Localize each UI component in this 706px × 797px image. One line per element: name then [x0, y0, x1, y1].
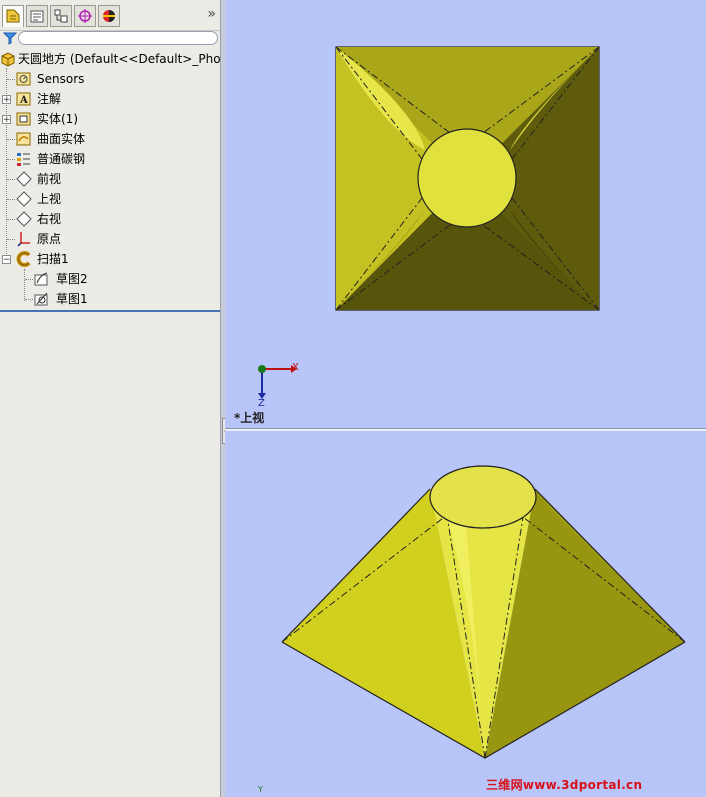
- tree-branch: [25, 279, 33, 280]
- crosshair-icon: [78, 9, 92, 23]
- tree-item-material[interactable]: 普通碳钢: [0, 149, 220, 169]
- origin-icon: [17, 232, 30, 247]
- tab-feature-manager[interactable]: [2, 5, 24, 27]
- expand-toggle[interactable]: +: [2, 115, 11, 125]
- property-icon: [30, 10, 44, 23]
- tree-item-sketch1[interactable]: 草图1: [0, 289, 220, 309]
- collapse-toggle[interactable]: −: [2, 255, 11, 265]
- tree-item-label: 前视: [37, 172, 62, 186]
- solid-body-icon: [16, 112, 31, 126]
- plane-icon: [16, 211, 32, 227]
- tree-item-solid-bodies[interactable]: + 实体(1): [0, 109, 220, 129]
- triad-z-label: Z: [258, 398, 265, 409]
- tree-item-label: 草图2: [56, 272, 88, 286]
- sensor-icon: [16, 72, 31, 86]
- filter-bar: [0, 30, 220, 46]
- tree-branch: [7, 139, 15, 140]
- filter-icon[interactable]: [3, 31, 17, 45]
- tree-item-label: 原点: [37, 232, 62, 246]
- expand-toggle[interactable]: +: [2, 95, 11, 105]
- annotation-icon: A: [16, 92, 31, 106]
- tab-configuration-manager[interactable]: [50, 5, 72, 27]
- watermark: 三维网www.3dportal.cn: [486, 778, 643, 792]
- material-icon: [17, 153, 30, 166]
- tree-item-label: 普通碳钢: [37, 152, 86, 166]
- tree-branch: [25, 299, 33, 300]
- tree-item-label: 上视: [37, 192, 62, 206]
- triad-x-label: X: [292, 362, 299, 373]
- tab-dimxpert[interactable]: [74, 5, 96, 27]
- tree-branch: [7, 219, 15, 220]
- tree-item-sensors[interactable]: Sensors: [0, 69, 220, 89]
- tree-root[interactable]: 天圆地方 (Default<<Default>_Photo: [0, 49, 233, 69]
- top-circle: [417, 128, 517, 228]
- tree-branch: [7, 79, 15, 80]
- sketch-icon: [34, 292, 48, 306]
- sketch-icon: [34, 272, 48, 286]
- tab-property-manager[interactable]: [26, 5, 48, 27]
- tree-item-label: 实体(1): [37, 112, 78, 126]
- graphics-viewport-bottom[interactable]: Y: [225, 431, 706, 797]
- tree-branch: [7, 199, 15, 200]
- isometric-model: [281, 465, 686, 759]
- plane-icon: [16, 191, 32, 207]
- tree-branch: [7, 179, 15, 180]
- more-tabs-button[interactable]: »: [207, 6, 216, 22]
- feature-manager-panel: » 天圆地方 (Default<<Default>_Photo Sensors …: [0, 0, 233, 797]
- tree-item-surface-bodies[interactable]: 曲面实体: [0, 129, 220, 149]
- tree-item-sketch2[interactable]: 草图2: [0, 269, 220, 289]
- filter-input[interactable]: [18, 31, 218, 45]
- tree-item-label: 曲面实体: [37, 132, 86, 146]
- tree-item-top-plane[interactable]: 上视: [0, 189, 220, 209]
- appearance-icon: [103, 10, 115, 22]
- tree-item-label: 草图1: [56, 292, 88, 306]
- tree-item-label: Sensors: [37, 72, 85, 86]
- graphics-viewport-top[interactable]: X Z: [225, 0, 706, 428]
- tree-item-sweep[interactable]: − 扫描1: [0, 249, 220, 269]
- tree-item-right-plane[interactable]: 右视: [0, 209, 220, 229]
- tree-item-label: 扫描1: [37, 252, 69, 266]
- tree-item-annotations[interactable]: + A 注解: [0, 89, 220, 109]
- tree-root-label: 天圆地方 (Default<<Default>_Photo: [18, 52, 233, 66]
- tree-branch: [7, 159, 15, 160]
- tree-item-label: 右视: [37, 212, 62, 226]
- tree-branch: [7, 239, 15, 240]
- surface-body-icon: [16, 132, 31, 146]
- tree-item-front-plane[interactable]: 前视: [0, 169, 220, 189]
- panel-divider: [0, 310, 220, 312]
- svg-text:A: A: [19, 95, 28, 106]
- feature-tree: 天圆地方 (Default<<Default>_Photo Sensors + …: [0, 49, 233, 311]
- part-icon: [1, 52, 15, 67]
- tree-item-origin[interactable]: 原点: [0, 229, 220, 249]
- configuration-icon: [54, 9, 68, 23]
- plane-icon: [16, 171, 32, 187]
- tab-display-manager[interactable]: [98, 5, 120, 27]
- panel-tabs: »: [0, 0, 220, 31]
- triad-y-label: Y: [258, 785, 263, 794]
- feature-tree-icon: [6, 9, 20, 23]
- tree-item-label: 注解: [37, 92, 62, 106]
- sweep-icon: [16, 251, 31, 267]
- view-orientation-label: *上视: [234, 411, 265, 425]
